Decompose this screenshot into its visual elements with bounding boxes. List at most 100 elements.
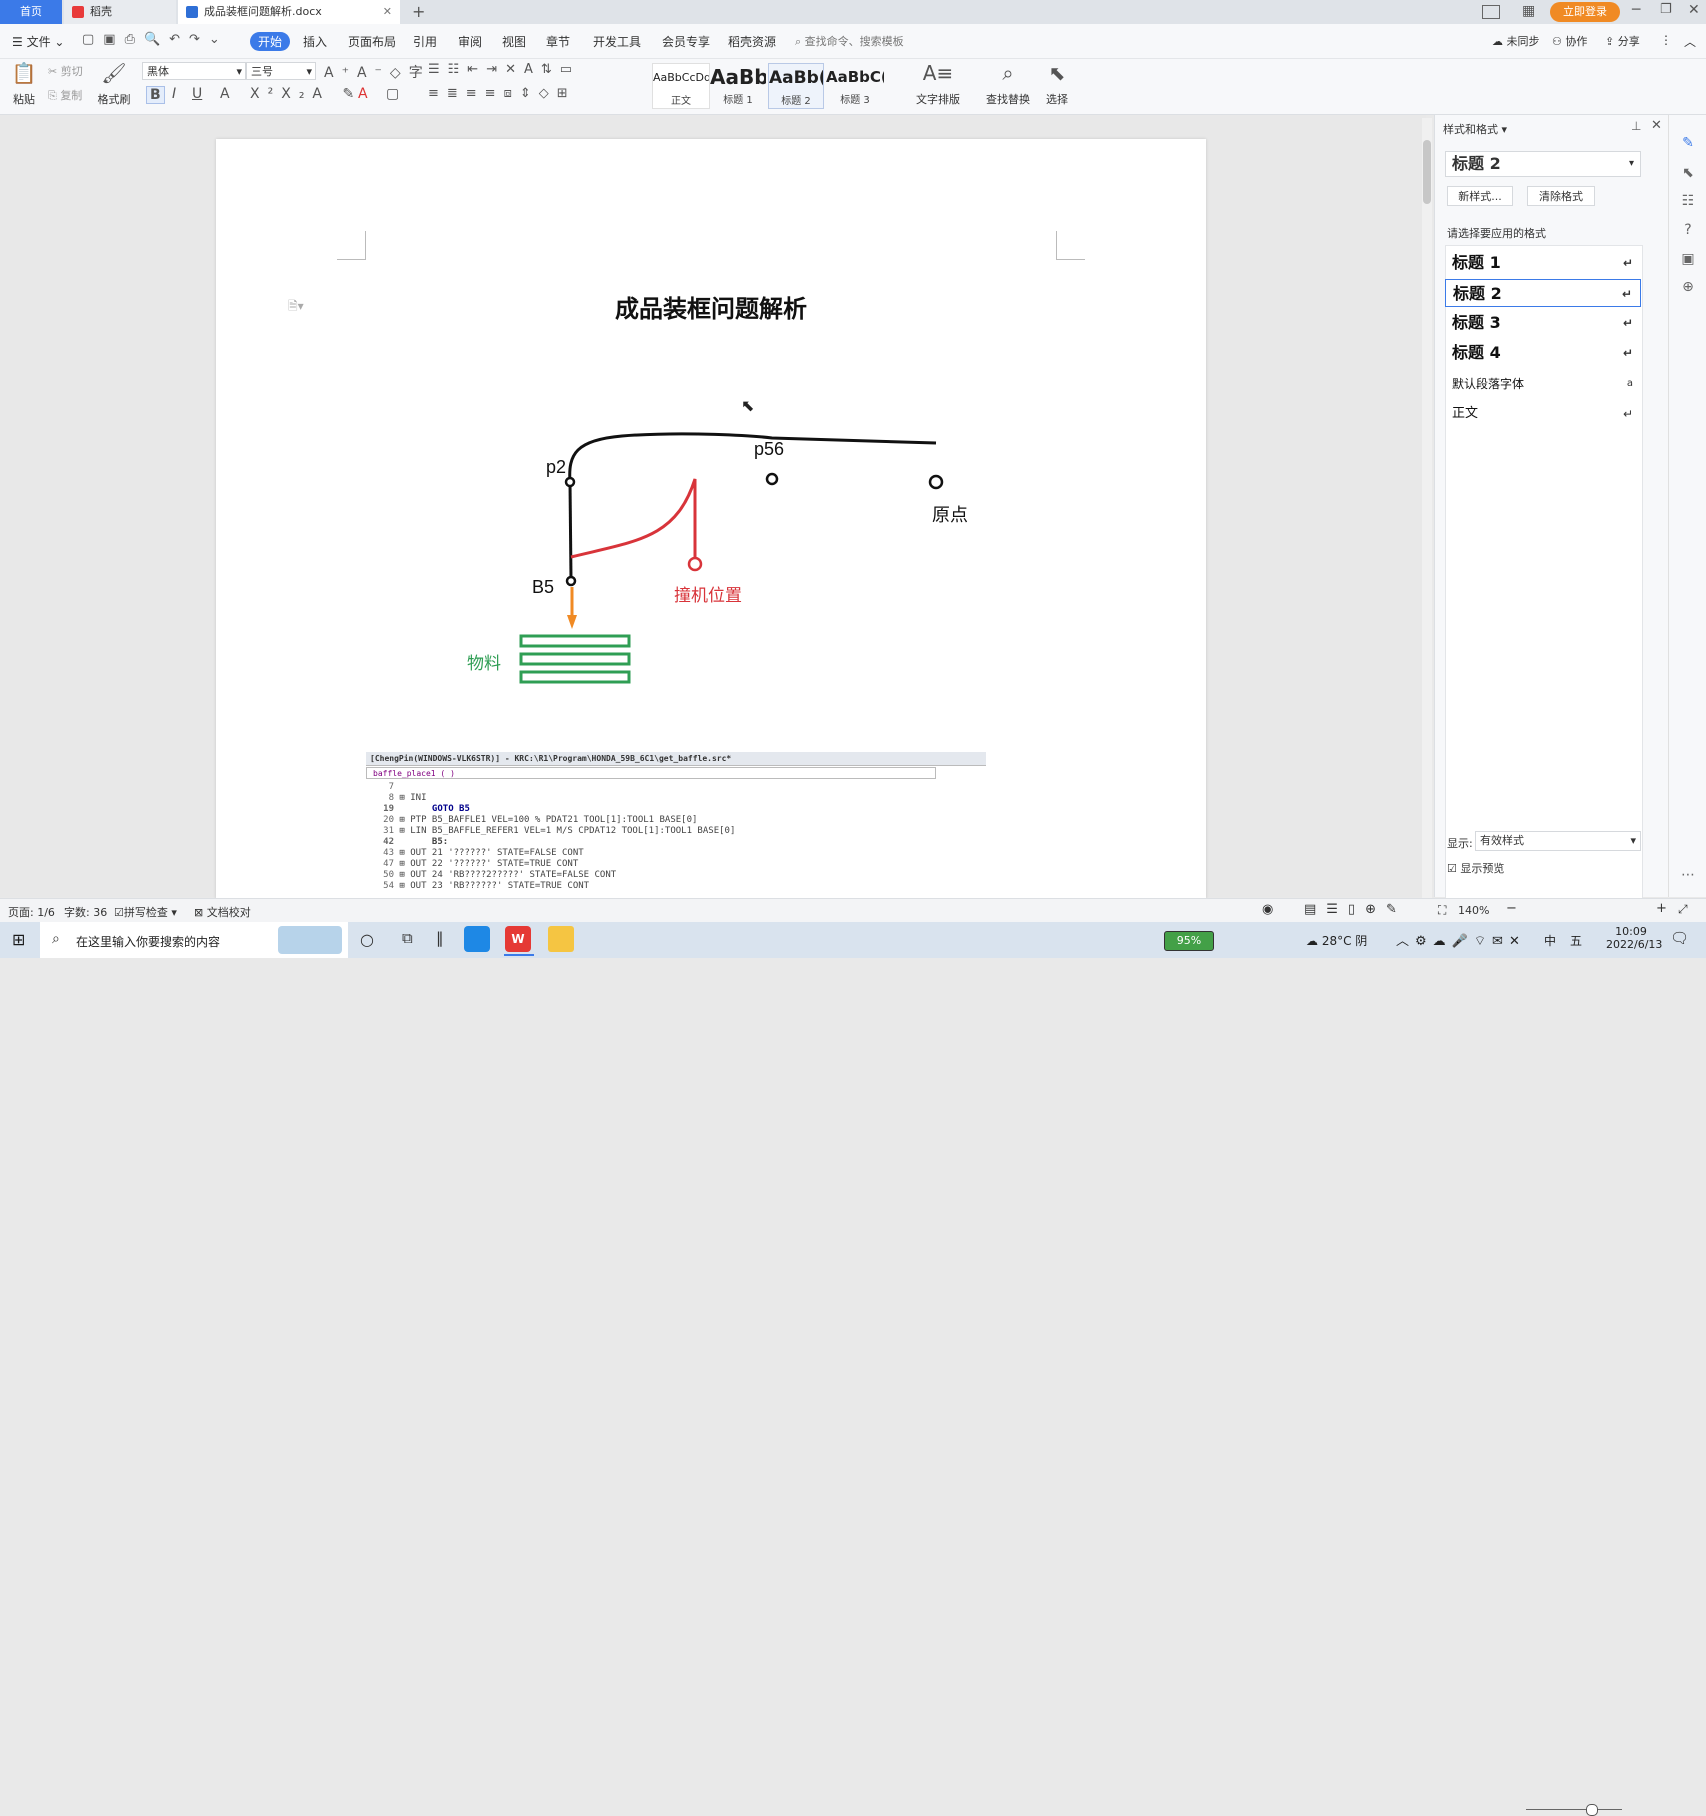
pin-icon[interactable]: ⊥ (1631, 119, 1641, 133)
image-tools-icon[interactable]: ▣ (1679, 251, 1697, 269)
taskbar-app-icon[interactable] (464, 926, 490, 952)
select-button[interactable]: ⬉ 选择 (1040, 61, 1074, 107)
style-heading-3[interactable]: AaBbC( 标题 3 (826, 63, 884, 109)
text-layout-button[interactable]: A≡ 文字排版 (910, 61, 966, 107)
more-icon[interactable]: ⋮ (1660, 33, 1672, 47)
ime-mode-indicator[interactable]: 五 (1570, 932, 1582, 949)
sync-button[interactable]: ☁ 未同步 (1492, 33, 1540, 49)
char-border-icon[interactable]: ▢ (386, 86, 399, 102)
word-count[interactable]: 字数: 36 (64, 904, 107, 920)
menu-home[interactable]: 开始 (250, 32, 291, 51)
show-filter-select[interactable]: 有效样式 ▾ (1475, 831, 1641, 851)
command-search[interactable]: ⌕ 查找命令、搜索模板 (795, 33, 904, 49)
close-panel-icon[interactable]: ✕ (1651, 118, 1662, 133)
menu-review[interactable]: 审阅 (458, 33, 482, 50)
file-menu[interactable]: ☰ 文件 ⌄ (12, 33, 64, 50)
taskbar-search[interactable]: ⌕ 在这里输入你要搜索的内容 (40, 922, 348, 958)
adjust-sliders-icon[interactable]: ☷ (1679, 193, 1697, 211)
style-pen-icon[interactable]: ✎ (1679, 135, 1697, 153)
menu-chapter[interactable]: 章节 (546, 33, 570, 50)
copy-button[interactable]: ⎘ 复制 (48, 87, 82, 103)
proofread-button[interactable]: ⊠ 文档校对 (194, 904, 251, 920)
cut-button[interactable]: ✂ 剪切 (48, 63, 83, 79)
menu-devtools[interactable]: 开发工具 (593, 33, 641, 50)
style-list-item[interactable]: 正文 ↵ (1445, 400, 1641, 428)
zoom-level[interactable]: 140% (1458, 904, 1489, 917)
help-icon[interactable]: ? (1679, 222, 1697, 240)
style-list-item[interactable]: 标题 1 ↵ (1445, 249, 1641, 277)
tab-daoke[interactable]: 稻壳 (64, 0, 176, 24)
font-size-select[interactable]: 三号 ▾ (246, 62, 316, 80)
vertical-scrollbar[interactable] (1422, 118, 1432, 898)
notification-icon[interactable]: 🗨 (1670, 929, 1689, 947)
cortana-icon[interactable]: ○ (360, 930, 374, 949)
windows-start-icon[interactable]: ⊞ (12, 930, 25, 949)
zoom-in-icon[interactable]: + (1656, 901, 1667, 916)
bold-button[interactable]: B (146, 86, 165, 104)
paste-button[interactable]: 📋 粘贴 (8, 61, 40, 107)
style-normal[interactable]: AaBbCcDd 正文 (652, 63, 710, 109)
format-painter-button[interactable]: 🖌 格式刷 (94, 61, 134, 107)
style-list-item[interactable]: 默认段落字体 a (1445, 370, 1641, 398)
apps-grid-icon[interactable]: ▦ (1522, 3, 1535, 19)
font-tools-icons[interactable]: A⁺A⁻◇字 (324, 62, 431, 82)
style-list-item-selected[interactable]: 标题 2 ↵ (1445, 279, 1641, 307)
select-cursor-icon[interactable]: ⬉ (1679, 165, 1697, 183)
style-heading-1[interactable]: AaBb 标题 1 (710, 63, 766, 109)
close-window-icon[interactable]: ✕ (1688, 2, 1700, 18)
menu-view[interactable]: 视图 (502, 33, 526, 50)
page-indicator[interactable]: 页面: 1/6 (8, 904, 55, 920)
collab-button[interactable]: ⚇ 协作 (1552, 33, 1587, 49)
clear-format-button[interactable]: 清除格式 (1527, 186, 1595, 206)
login-button[interactable]: 立即登录 (1550, 2, 1620, 22)
underline-button[interactable]: U (192, 86, 202, 102)
share-button[interactable]: ⇪ 分享 (1605, 33, 1640, 49)
battery-indicator[interactable]: 95% (1164, 931, 1214, 951)
font-effects-icons[interactable]: A X²X₂A ✎ (220, 86, 362, 102)
font-color-button[interactable]: A (358, 86, 368, 102)
view-mode-icons[interactable]: ▤☰▯⊕✎ (1304, 902, 1407, 917)
close-tab-icon[interactable]: ✕ (383, 0, 392, 24)
zoom-out-icon[interactable]: − (1506, 901, 1517, 916)
style-heading-2[interactable]: AaBb( 标题 2 (768, 63, 824, 109)
more-options-icon[interactable]: ⋯ (1679, 867, 1697, 885)
zoom-slider[interactable] (1526, 1809, 1622, 1810)
style-list-item[interactable]: 标题 3 ↵ (1445, 309, 1641, 337)
ime-indicator[interactable]: 中 (1544, 932, 1556, 949)
new-style-button[interactable]: 新样式... (1447, 186, 1513, 206)
scrollbar-thumb[interactable] (1423, 140, 1431, 204)
layout-icon[interactable] (1482, 5, 1500, 19)
fullscreen-icon[interactable]: ⤢ (1678, 902, 1688, 917)
alignment-icons[interactable]: ≡≣≡≡⧈⇕◇⊞ (428, 86, 576, 101)
style-list-item[interactable]: 标题 4 ↵ (1445, 339, 1641, 367)
current-style-select[interactable]: 标题 2 ▾ (1445, 151, 1641, 177)
menu-insert[interactable]: 插入 (303, 33, 327, 50)
restore-icon[interactable]: ❐ (1660, 2, 1672, 17)
zoom-slider-handle[interactable] (1586, 1804, 1598, 1816)
weather-widget[interactable]: ☁ 28°C 阴 (1306, 932, 1367, 949)
italic-button[interactable]: I (172, 86, 176, 102)
menu-daoke-resources[interactable]: 稻壳资源 (728, 33, 776, 50)
task-view-icon[interactable]: ⧉ (402, 929, 413, 947)
location-icon[interactable]: ⊕ (1679, 279, 1697, 297)
font-name-select[interactable]: 黑体 ▾ (142, 62, 246, 80)
show-preview-checkbox[interactable]: ☑ 显示预览 (1447, 860, 1504, 876)
spell-check-button[interactable]: ☑拼写检查 ▾ (114, 904, 177, 920)
minimize-icon[interactable]: ─ (1632, 2, 1640, 18)
system-tray-icons[interactable]: ︿⚙☁🎤⌔✉✕ (1396, 930, 1526, 949)
menu-member[interactable]: 会员专享 (662, 33, 710, 50)
clock[interactable]: 10:09 2022/6/13 (1606, 925, 1662, 951)
new-tab-icon[interactable]: + (412, 2, 425, 21)
eye-protection-icon[interactable]: ◉ (1262, 902, 1273, 917)
paragraph-tools-icons[interactable]: ☰☷⇤⇥✕A⇅▭ (428, 62, 580, 77)
tab-document[interactable]: 成品装框问题解析.docx ✕ (178, 0, 400, 24)
wps-app-icon[interactable]: W (505, 926, 531, 952)
collapse-ribbon-icon[interactable]: ︿ (1684, 33, 1696, 50)
menu-layout[interactable]: 页面布局 (348, 33, 396, 50)
quick-access-icons[interactable]: ▢▣⎙🔍↶↷⌄ (82, 32, 229, 47)
fit-page-icon[interactable]: ⛶ (1438, 903, 1446, 918)
panel-title[interactable]: 样式和格式 ▾ (1443, 121, 1507, 137)
tab-home[interactable]: 首页 (0, 0, 62, 24)
file-explorer-icon[interactable] (548, 926, 574, 952)
menu-references[interactable]: 引用 (413, 33, 437, 50)
